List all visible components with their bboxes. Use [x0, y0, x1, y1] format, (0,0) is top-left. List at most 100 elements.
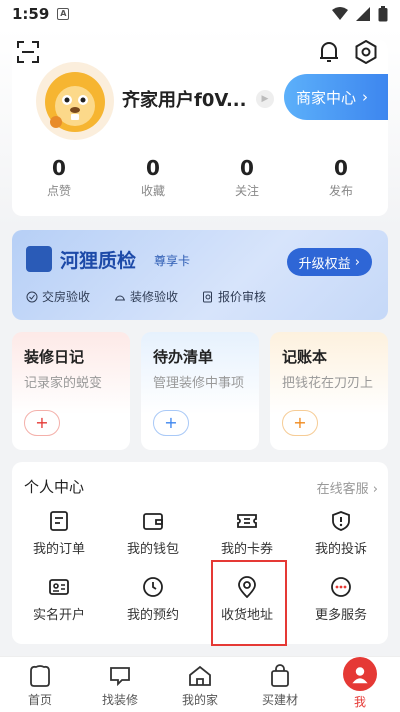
order-icon [50, 511, 68, 531]
stat-likes[interactable]: 0 点赞 [12, 156, 106, 199]
signal-icon [356, 7, 370, 21]
online-service-label: 在线客服 [316, 482, 369, 497]
more-icon [331, 577, 351, 597]
grid-item-real-name[interactable]: 实名开户 [12, 576, 106, 632]
quality-check-banner[interactable]: 河狸质检 尊享卡 升级权益 › 交房验收 装修验收 报价审核 [12, 230, 388, 320]
stat-value: 0 [146, 156, 160, 180]
bell-icon[interactable] [318, 40, 340, 64]
tab-label: 我的家 [181, 693, 218, 707]
profile-card: 齐家用户f0V... ▶ 商家中心 › 0 点赞 0 收藏 0 关注 0 发布 [12, 40, 388, 216]
stat-value: 0 [52, 156, 66, 180]
tool-subtitle: 管理装修中事项 [153, 376, 245, 391]
feature-label: 装修验收 [130, 290, 179, 304]
grid-label: 我的钱包 [126, 542, 179, 557]
status-bar: 1:59 A [0, 0, 400, 28]
wifi-icon [332, 7, 348, 20]
username[interactable]: 齐家用户f0V... [122, 86, 246, 112]
feature-label: 交房验收 [42, 290, 91, 304]
tool-title: 待办清单 [153, 348, 214, 366]
wallet-icon [143, 513, 163, 530]
tool-title: 记账本 [282, 348, 328, 366]
feature-quote-review: 报价审核 [202, 288, 266, 305]
upgrade-rights-button[interactable]: 升级权益 › [286, 248, 372, 276]
bottom-tab-bar: 首页 找装修 我的家 买建材 我 [0, 656, 400, 712]
grid-label: 我的卡券 [220, 542, 273, 557]
document-search-icon [203, 291, 213, 302]
grid-label: 我的预约 [126, 608, 179, 623]
tab-label: 首页 [27, 693, 52, 707]
stat-label: 关注 [234, 184, 259, 198]
stat-following[interactable]: 0 关注 [200, 156, 294, 199]
stat-value: 0 [334, 156, 348, 180]
check-badge-icon [26, 291, 38, 302]
grid-item-coupons[interactable]: 我的卡券 [200, 510, 294, 566]
status-time: 1:59 [12, 5, 50, 23]
user-icon [343, 657, 377, 691]
grid-item-appointments[interactable]: 我的预约 [106, 576, 200, 632]
grid-label: 实名开户 [32, 608, 85, 623]
helmet-icon [115, 295, 126, 300]
personal-center-title: 个人中心 [24, 478, 85, 496]
feature-renovation-inspection: 装修验收 [114, 288, 178, 305]
settings-gear-icon[interactable] [354, 40, 378, 64]
grid-item-orders[interactable]: 我的订单 [12, 510, 106, 566]
tool-card-todo[interactable]: 待办清单 管理装修中事项 + [141, 332, 259, 450]
grid-item-more-services[interactable]: 更多服务 [294, 576, 388, 632]
tool-subtitle: 记录家的蜕变 [24, 376, 103, 391]
battery-icon [378, 6, 388, 22]
clock-icon [143, 577, 163, 597]
grid-item-complaints[interactable]: 我的投诉 [294, 510, 388, 566]
complaint-icon [332, 511, 350, 531]
notification-a-icon: A [57, 8, 70, 20]
coupon-icon [237, 514, 257, 528]
grid-item-wallet[interactable]: 我的钱包 [106, 510, 200, 566]
add-ledger-button[interactable]: + [282, 410, 318, 436]
tab-label: 买建材 [261, 693, 298, 707]
stat-value: 0 [240, 156, 254, 180]
tab-label: 我 [353, 695, 366, 709]
house-icon [189, 665, 211, 686]
online-service-link[interactable]: 在线客服 › [317, 478, 378, 497]
stat-label: 收藏 [140, 184, 165, 198]
id-card-icon [49, 579, 69, 595]
add-todo-button[interactable]: + [153, 410, 189, 436]
add-diary-button[interactable]: + [24, 410, 60, 436]
tool-subtitle: 把钱花在刀刃上 [282, 376, 374, 391]
highlight-box [211, 560, 287, 646]
feature-label: 报价审核 [218, 290, 267, 304]
banner-title: 河狸质检 [60, 250, 137, 272]
tool-title: 装修日记 [24, 348, 85, 366]
tab-label: 找装修 [101, 693, 138, 707]
grid-label: 我的投诉 [314, 542, 367, 557]
chevron-right-icon: › [362, 88, 369, 106]
merchant-center-label: 商家中心 [296, 88, 357, 107]
merchant-center-button[interactable]: 商家中心 › [284, 74, 388, 120]
beaver-avatar-icon [45, 72, 105, 132]
stat-label: 发布 [328, 184, 353, 198]
feature-handover-inspection: 交房验收 [26, 288, 90, 305]
grid-label: 我的订单 [32, 542, 85, 557]
stat-favorites[interactable]: 0 收藏 [106, 156, 200, 199]
tool-card-ledger[interactable]: 记账本 把钱花在刀刃上 + [270, 332, 388, 450]
tab-home[interactable]: 首页 [0, 657, 80, 712]
chat-bubble-icon [110, 667, 130, 687]
chevron-right-icon: › [372, 482, 378, 497]
tab-find-renovation[interactable]: 找装修 [80, 657, 160, 712]
scan-icon[interactable] [16, 40, 40, 64]
upgrade-label: 升级权益 [298, 256, 351, 272]
tool-card-diary[interactable]: 装修日记 记录家的蜕变 + [12, 332, 130, 450]
banner-subtitle: 尊享卡 [154, 254, 191, 268]
stat-posts[interactable]: 0 发布 [294, 156, 388, 199]
stat-label: 点赞 [46, 184, 71, 198]
chevron-right-icon: › [350, 254, 360, 270]
tab-me[interactable]: 我 [320, 657, 400, 712]
avatar[interactable] [36, 62, 114, 140]
banner-features: 交房验收 装修验收 报价审核 [26, 288, 266, 305]
profile-stats: 0 点赞 0 收藏 0 关注 0 发布 [12, 156, 388, 199]
tab-my-home[interactable]: 我的家 [160, 657, 240, 712]
personal-center: 个人中心 在线客服 › 我的订单 我的钱包 我的卡券 我的投诉 实名开户 我的预… [12, 462, 388, 644]
shopping-bag-icon [271, 664, 289, 687]
tab-buy-materials[interactable]: 买建材 [240, 657, 320, 712]
home-beaver-icon [30, 665, 50, 687]
play-icon[interactable]: ▶ [256, 90, 274, 108]
